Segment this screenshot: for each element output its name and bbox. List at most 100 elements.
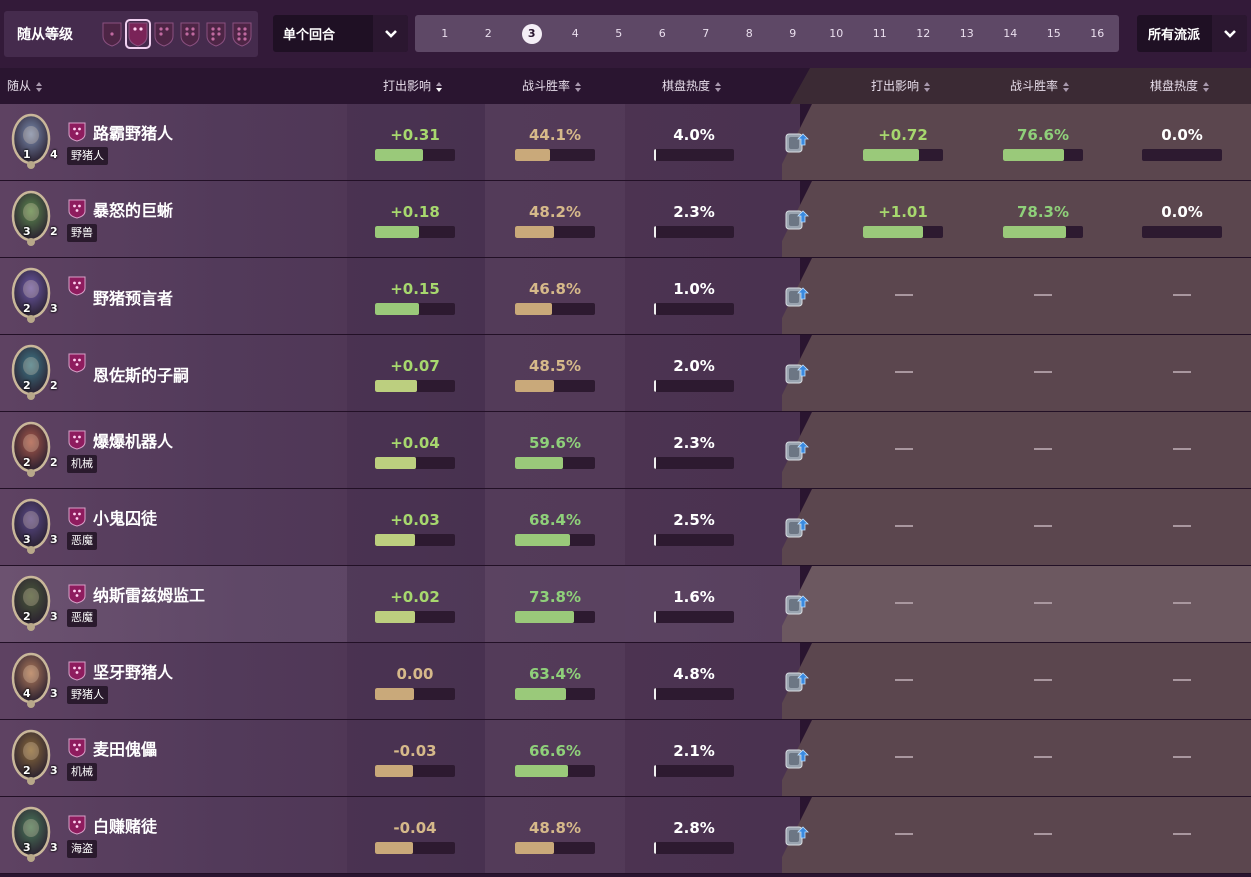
- table-row[interactable]: 1 4 路霸野猪人 野猪人 +0.31 44.1% 4.0% +0.72 76.…: [0, 104, 1251, 181]
- minion-name[interactable]: 路霸野猪人: [93, 120, 173, 144]
- minion-portrait[interactable]: 2 3: [10, 573, 58, 633]
- column-header-label: 打出影响: [871, 79, 920, 93]
- minion-portrait[interactable]: 2 3: [10, 727, 58, 787]
- tribe-tag: 机械: [67, 455, 97, 473]
- turn-label: 5: [615, 27, 623, 40]
- minion-name[interactable]: 爆爆机器人: [93, 428, 173, 452]
- turn-1[interactable]: 1: [423, 27, 467, 40]
- table-row[interactable]: 3 3 白赚赌徒 海盗 -0.04 48.8% 2.8%: [0, 797, 1251, 874]
- tier-icon-2[interactable]: [125, 19, 151, 49]
- minion-portrait[interactable]: 2 2: [10, 342, 58, 402]
- minion-name[interactable]: 野猪预言者: [93, 285, 173, 309]
- attack-stat: 3: [23, 225, 31, 238]
- table-row[interactable]: 4 3 坚牙野猪人 野猪人 0.00 63.4% 4.8%: [0, 643, 1251, 720]
- turn-10[interactable]: 10: [815, 27, 859, 40]
- minion-name[interactable]: 小鬼囚徒: [93, 505, 157, 529]
- turn-11[interactable]: 11: [858, 27, 902, 40]
- turn-12[interactable]: 12: [902, 27, 946, 40]
- hero-power-icon[interactable]: [783, 744, 813, 774]
- chevron-down-icon[interactable]: [1212, 15, 1247, 52]
- minion-portrait[interactable]: 3 3: [10, 804, 58, 864]
- turn-13[interactable]: 13: [945, 27, 989, 40]
- hero-power-icon[interactable]: [783, 436, 813, 466]
- minion-portrait[interactable]: 2 3: [10, 265, 58, 325]
- winrate-value: 48.8%: [528, 819, 582, 837]
- bar-fill: [654, 303, 656, 315]
- turn-label: 4: [571, 27, 579, 40]
- table-row[interactable]: 2 2 爆爆机器人 机械 +0.04 59.6% 2.3%: [0, 412, 1251, 489]
- turn-2[interactable]: 2: [467, 27, 511, 40]
- hero-power-icon[interactable]: [783, 590, 813, 620]
- turn-5[interactable]: 5: [597, 27, 641, 40]
- minion-name[interactable]: 白赚赌徒: [93, 813, 157, 837]
- table-row[interactable]: 2 3 野猪预言者 +0.15 46.8% 1.0%: [0, 258, 1251, 335]
- tier-icon-6[interactable]: [231, 21, 253, 47]
- bar-fill: [375, 688, 415, 700]
- minion-portrait[interactable]: 1 4: [10, 111, 58, 171]
- minion-portrait[interactable]: 4 3: [10, 650, 58, 710]
- archetype-select[interactable]: 所有流派: [1137, 15, 1247, 52]
- minion-name[interactable]: 麦田傀儡: [93, 736, 157, 760]
- minion-name[interactable]: 恩佐斯的子嗣: [93, 362, 189, 386]
- tier-icon-3[interactable]: [153, 21, 175, 47]
- minion-portrait[interactable]: 2 2: [10, 419, 58, 479]
- table-row[interactable]: 2 3 纳斯雷兹姆监工 恶魔 +0.02 73.8% 1.6%: [0, 566, 1251, 643]
- hero-power-icon[interactable]: [783, 282, 813, 312]
- hero-power-icon[interactable]: [783, 128, 813, 158]
- minion-name[interactable]: 坚牙野猪人: [93, 659, 173, 683]
- turn-9[interactable]: 9: [771, 27, 815, 40]
- winrate-value: 48.2%: [528, 203, 582, 221]
- hero-power-icon[interactable]: [783, 821, 813, 851]
- bar-fill: [654, 688, 656, 700]
- turn-6[interactable]: 6: [641, 27, 685, 40]
- empty-dash: [895, 525, 913, 527]
- empty-dash: [1034, 371, 1052, 373]
- sort-icon: [1203, 81, 1210, 92]
- bar-fill: [375, 226, 419, 238]
- column-header-popularity-hero[interactable]: 棋盘热度: [1150, 68, 1210, 104]
- chevron-down-icon[interactable]: [373, 15, 408, 52]
- tier-icon-5[interactable]: [205, 21, 227, 47]
- column-header-popularity[interactable]: 棋盘热度: [662, 68, 722, 104]
- turn-16[interactable]: 16: [1076, 27, 1120, 40]
- turn-4[interactable]: 4: [554, 27, 598, 40]
- column-header-impact[interactable]: 打出影响: [383, 68, 443, 104]
- turn-7[interactable]: 7: [684, 27, 728, 40]
- turn-14[interactable]: 14: [989, 27, 1033, 40]
- column-header-minion[interactable]: 随从: [7, 68, 43, 104]
- hero-power-icon[interactable]: [783, 513, 813, 543]
- portrait-image: [11, 575, 51, 631]
- attack-stat: 2: [23, 302, 31, 315]
- minion-name[interactable]: 暴怒的巨蜥: [93, 197, 173, 221]
- hero-power-icon[interactable]: [783, 667, 813, 697]
- attack-stat: 2: [23, 456, 31, 469]
- header-divider: [790, 68, 820, 104]
- hero-popularity-bar: [1142, 226, 1222, 238]
- column-header-impact-hero[interactable]: 打出影响: [871, 68, 931, 104]
- table-row[interactable]: 3 3 小鬼囚徒 恶魔 +0.03 68.4% 2.5%: [0, 489, 1251, 566]
- column-header-winrate-hero[interactable]: 战斗胜率: [1010, 68, 1070, 104]
- column-header-winrate[interactable]: 战斗胜率: [522, 68, 582, 104]
- minion-portrait[interactable]: 3 2: [10, 188, 58, 248]
- winrate-value: 73.8%: [528, 588, 582, 606]
- turn-15[interactable]: 15: [1032, 27, 1076, 40]
- turn-8[interactable]: 8: [728, 27, 772, 40]
- tier-icon-4[interactable]: [179, 21, 201, 47]
- table-row[interactable]: 2 3 麦田傀儡 机械 -0.03 66.6% 2.1%: [0, 720, 1251, 797]
- tier-icon-1[interactable]: [101, 21, 123, 47]
- hero-power-icon[interactable]: [783, 359, 813, 389]
- row-right-bg: [782, 566, 1251, 642]
- empty-dash: [1173, 448, 1191, 450]
- table-row[interactable]: 3 2 暴怒的巨蜥 野兽 +0.18 48.2% 2.3% +1.01 78.3…: [0, 181, 1251, 258]
- minion-portrait[interactable]: 3 3: [10, 496, 58, 556]
- hero-power-icon[interactable]: [783, 205, 813, 235]
- turn-3[interactable]: 3: [510, 23, 554, 44]
- minion-name[interactable]: 纳斯雷兹姆监工: [93, 582, 205, 606]
- popularity-bar: [654, 688, 734, 700]
- popularity-bar: [654, 226, 734, 238]
- tribe-tag: 野兽: [67, 224, 97, 242]
- popularity-value: 2.5%: [673, 511, 715, 529]
- table-row[interactable]: 2 2 恩佐斯的子嗣 +0.07 48.5% 2.0%: [0, 335, 1251, 412]
- turn-mode-select[interactable]: 单个回合: [273, 15, 408, 52]
- empty-dash: [895, 679, 913, 681]
